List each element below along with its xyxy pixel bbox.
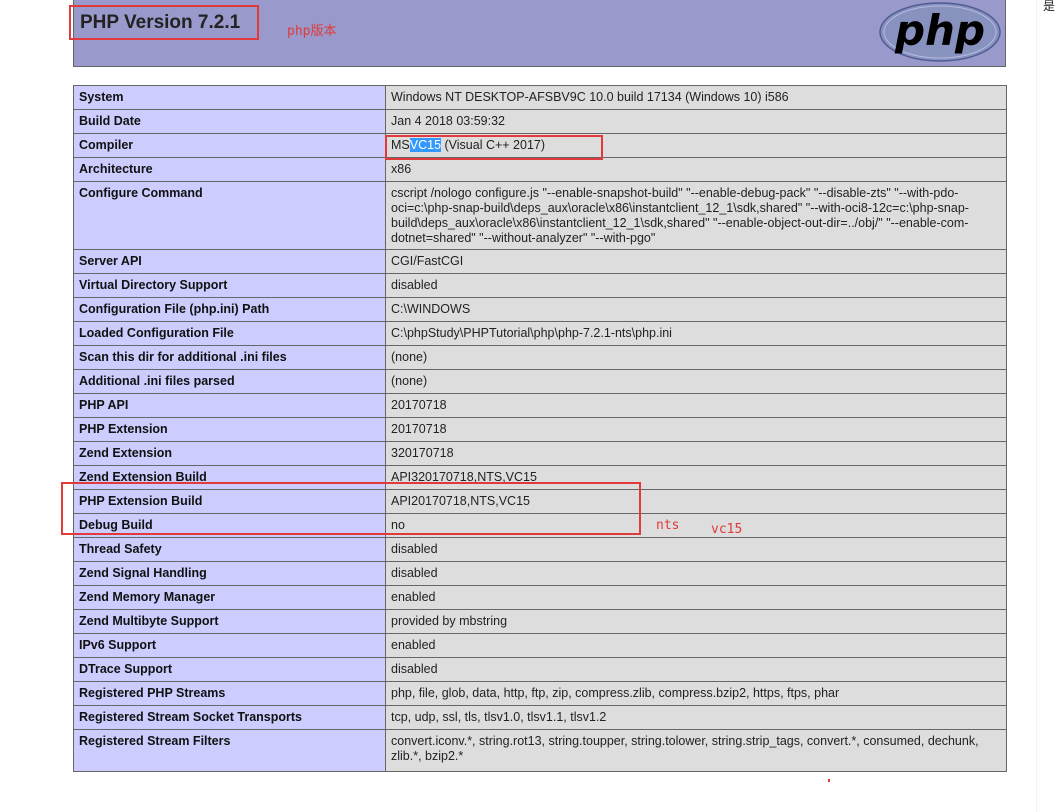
row-value: Windows NT DESKTOP-AFSBV9C 10.0 build 17… [385, 85, 1007, 110]
row-value: 20170718 [385, 417, 1007, 442]
table-row: Zend Extension Build API320170718,NTS,VC1… [73, 465, 1007, 490]
nts-annotation: nts [656, 518, 680, 533]
row-value: cscript /nologo configure.js "--enable-s… [385, 181, 1007, 250]
table-row: PHP Extension Build API20170718,NTS,VC15 [73, 489, 1007, 514]
table-row: Server API CGI/FastCGI [73, 249, 1007, 274]
row-key: Additional .ini files parsed [73, 369, 386, 394]
row-key: Server API [73, 249, 386, 274]
table-row: PHP API 20170718 [73, 393, 1007, 418]
red-dot-mark [828, 779, 830, 782]
phpinfo-table: System Windows NT DESKTOP-AFSBV9C 10.0 bu… [73, 85, 1007, 772]
row-value: (none) [385, 369, 1007, 394]
row-key: Build Date [73, 109, 386, 134]
table-row: Additional .ini files parsed (none) [73, 369, 1007, 394]
row-value: x86 [385, 157, 1007, 182]
compiler-prefix: MS [391, 138, 410, 152]
row-key: Zend Memory Manager [73, 585, 386, 610]
row-key: Loaded Configuration File [73, 321, 386, 346]
row-value: disabled [385, 273, 1007, 298]
php-logo-icon: php [879, 2, 1001, 62]
compiler-selection[interactable]: VC15 [409, 138, 442, 152]
row-key: Thread Safety [73, 537, 386, 562]
compiler-suffix: (Visual C++ 2017) [441, 138, 546, 152]
row-key: Scan this dir for additional .ini files [73, 345, 386, 370]
table-row: Zend Multibyte Support provided by mbstri… [73, 609, 1007, 634]
row-value: disabled [385, 561, 1007, 586]
table-row: Registered Stream Socket Transports tcp, … [73, 705, 1007, 730]
row-value: enabled [385, 585, 1007, 610]
table-row: System Windows NT DESKTOP-AFSBV9C 10.0 bu… [73, 85, 1007, 110]
table-row: Loaded Configuration File C:\phpStudy\PHP… [73, 321, 1007, 346]
row-value: (none) [385, 345, 1007, 370]
row-value: convert.iconv.*, string.rot13, string.to… [385, 729, 1007, 772]
table-row: Zend Signal Handling disabled [73, 561, 1007, 586]
row-value: API20170718,NTS,VC15 [385, 489, 1007, 514]
corner-text: 是 [1043, 0, 1056, 13]
table-row: Registered PHP Streams php, file, glob, d… [73, 681, 1007, 706]
php-logo-text: php [894, 6, 985, 55]
table-row: Thread Safety disabled [73, 537, 1007, 562]
row-key: IPv6 Support [73, 633, 386, 658]
table-row: Zend Extension 320170718 [73, 441, 1007, 466]
row-key: Zend Extension Build [73, 465, 386, 490]
phpinfo-header: PHP Version 7.2.1 php [73, 0, 1006, 67]
table-row: Zend Memory Manager enabled [73, 585, 1007, 610]
table-row: Scan this dir for additional .ini files(… [73, 345, 1007, 370]
row-key: Zend Multibyte Support [73, 609, 386, 634]
row-value: C:\WINDOWS [385, 297, 1007, 322]
table-row: PHP Extension 20170718 [73, 417, 1007, 442]
row-key: Registered Stream Filters [73, 729, 386, 772]
row-value: C:\phpStudy\PHPTutorial\php\php-7.2.1-nt… [385, 321, 1007, 346]
window-edge [1036, 0, 1037, 812]
row-key: Virtual Directory Support [73, 273, 386, 298]
row-key: Configuration File (php.ini) Path [73, 297, 386, 322]
table-row: Debug Build no [73, 513, 1007, 538]
row-value: tcp, udp, ssl, tls, tlsv1.0, tlsv1.1, tl… [385, 705, 1007, 730]
row-value: MSVC15 (Visual C++ 2017) [385, 133, 1007, 158]
row-key: Architecture [73, 157, 386, 182]
row-value: disabled [385, 657, 1007, 682]
table-row: Virtual Directory Support disabled [73, 273, 1007, 298]
row-key: Registered PHP Streams [73, 681, 386, 706]
row-key: Debug Build [73, 513, 386, 538]
vc-annotation: vc15 [711, 522, 743, 537]
row-key: PHP Extension [73, 417, 386, 442]
row-value: provided by mbstring [385, 609, 1007, 634]
page-title: PHP Version 7.2.1 [80, 12, 241, 33]
row-value: enabled [385, 633, 1007, 658]
row-key: PHP API [73, 393, 386, 418]
row-key: Configure Command [73, 181, 386, 250]
table-row: Build Date Jan 4 2018 03:59:32 [73, 109, 1007, 134]
table-row: DTrace Support disabled [73, 657, 1007, 682]
row-key: Zend Signal Handling [73, 561, 386, 586]
row-value: no [385, 513, 1007, 538]
table-row: Compiler MSVC15 (Visual C++ 2017) [73, 133, 1007, 158]
row-key: PHP Extension Build [73, 489, 386, 514]
row-key: DTrace Support [73, 657, 386, 682]
row-value: php, file, glob, data, http, ftp, zip, c… [385, 681, 1007, 706]
row-value: Jan 4 2018 03:59:32 [385, 109, 1007, 134]
table-row: Configuration File (php.ini) Path C:\WIND… [73, 297, 1007, 322]
row-value: API320170718,NTS,VC15 [385, 465, 1007, 490]
row-value: CGI/FastCGI [385, 249, 1007, 274]
table-row: IPv6 Support enabled [73, 633, 1007, 658]
row-key: System [73, 85, 386, 110]
table-row: Registered Stream Filters convert.iconv.*… [73, 729, 1007, 772]
table-row: Configure Command cscript /nologo configu… [73, 181, 1007, 250]
row-value: 20170718 [385, 393, 1007, 418]
table-row: Architecture x86 [73, 157, 1007, 182]
row-value: disabled [385, 537, 1007, 562]
row-key: Compiler [73, 133, 386, 158]
row-key: Registered Stream Socket Transports [73, 705, 386, 730]
version-annotation: php版本 [287, 24, 337, 39]
row-value: 320170718 [385, 441, 1007, 466]
row-key: Zend Extension [73, 441, 386, 466]
